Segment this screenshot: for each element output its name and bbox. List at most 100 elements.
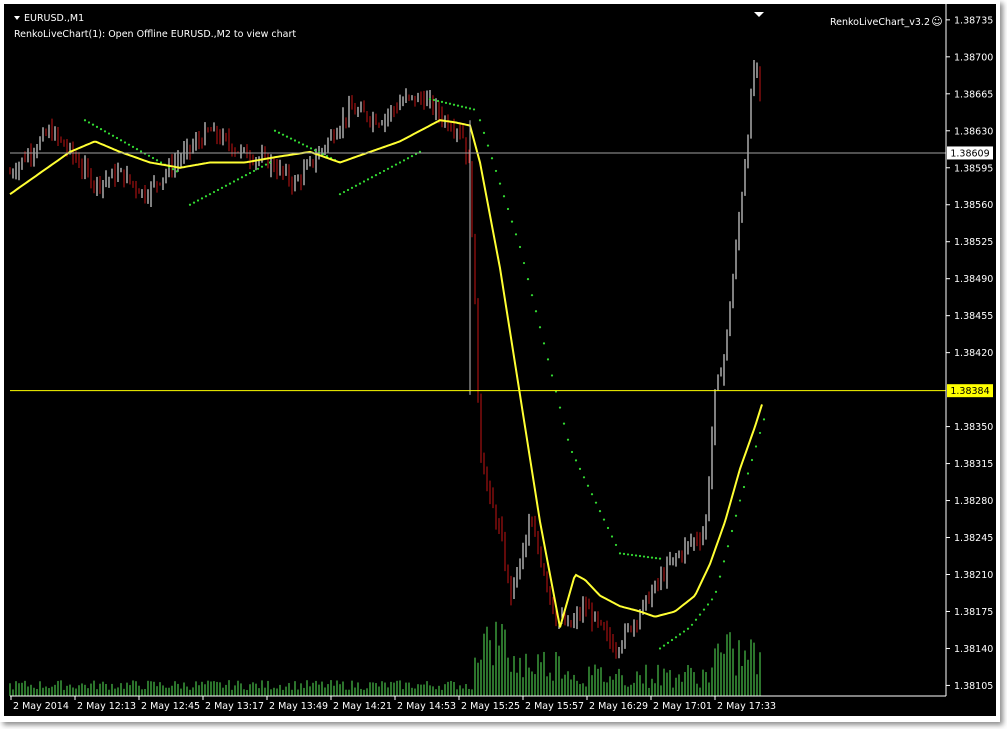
psar-dot xyxy=(522,261,526,265)
psar-dot xyxy=(646,555,650,559)
price-tick-label: 1.38595 xyxy=(954,163,993,174)
psar-dot xyxy=(83,119,87,122)
psar-dot xyxy=(99,128,103,131)
psar-dot xyxy=(171,168,175,171)
psar-dot xyxy=(410,155,414,158)
psar-dot xyxy=(654,557,658,560)
psar-dot xyxy=(722,560,726,563)
psar-dot xyxy=(502,195,506,198)
psar-dot xyxy=(558,406,562,409)
psar-dot xyxy=(260,165,264,168)
psar-dot xyxy=(151,156,155,160)
price-tick-label: 1.38175 xyxy=(954,607,993,618)
symbol-title: EURUSD.,M1 xyxy=(24,13,84,24)
psar-dot xyxy=(542,342,546,345)
psar-dot xyxy=(762,418,766,421)
psar-dot xyxy=(546,358,550,361)
psar-dot xyxy=(111,134,115,137)
psar-dot xyxy=(478,119,482,122)
psar-dot xyxy=(342,190,346,194)
psar-dot xyxy=(406,157,410,160)
psar-dot xyxy=(428,97,432,101)
psar-dot xyxy=(758,431,762,435)
psar-dot xyxy=(614,543,618,547)
psar-dot xyxy=(468,107,472,110)
ea-name-label: RenkoLiveChart_v3.2 xyxy=(830,17,930,28)
psar-dot xyxy=(95,125,99,128)
psar-dot xyxy=(460,105,464,108)
psar-dot xyxy=(285,135,289,138)
psar-dot xyxy=(382,169,386,173)
psar-dot xyxy=(432,98,436,102)
psar-dot xyxy=(155,159,159,162)
psar-dot xyxy=(698,613,702,616)
price-tick-label: 1.38560 xyxy=(954,200,993,211)
psar-dot xyxy=(566,438,570,441)
time-tick-label: 2 May 17:33 xyxy=(717,701,776,712)
psar-dot xyxy=(394,163,398,166)
price-tick-label: 1.38140 xyxy=(954,644,993,655)
psar-dot xyxy=(305,145,309,148)
psar-dot xyxy=(301,143,305,146)
chart-window: 1.38735 1.38700 1.38665 1.38630 1.38595 1.385… xyxy=(0,0,1000,722)
psar-dot xyxy=(281,133,285,136)
psar-dot xyxy=(252,169,256,173)
psar-dot xyxy=(224,184,228,187)
time-tick-label: 2 May 13:17 xyxy=(205,701,264,712)
time-tick-label: 2 May 17:01 xyxy=(653,701,712,712)
psar-dot xyxy=(506,207,510,211)
psar-dot xyxy=(570,450,574,454)
psar-dot xyxy=(256,167,260,170)
chart-canvas[interactable]: 1.38735 1.38700 1.38665 1.38630 1.38595 1.385… xyxy=(4,4,996,716)
psar-dot xyxy=(338,193,342,196)
psar-dot xyxy=(682,630,686,633)
psar-dot xyxy=(212,190,216,194)
psar-dot xyxy=(244,174,248,177)
price-tick-label: 1.38665 xyxy=(954,89,993,100)
psar-dot xyxy=(686,627,690,630)
psar-dot xyxy=(486,144,490,147)
time-tick-label: 2 May 15:57 xyxy=(525,701,584,712)
level-price-value: 1.38384 xyxy=(950,386,989,397)
psar-dot xyxy=(204,195,208,198)
psar-dot xyxy=(750,458,754,462)
psar-dot xyxy=(103,130,107,133)
psar-dot xyxy=(694,618,698,621)
psar-dot xyxy=(678,633,682,636)
time-tick-label: 2 May 14:21 xyxy=(333,701,392,712)
psar-dot xyxy=(738,499,742,502)
psar-dot xyxy=(562,422,566,425)
psar-dot xyxy=(606,526,610,530)
psar-dot xyxy=(658,647,662,650)
psar-dot xyxy=(714,590,718,593)
psar-dot xyxy=(236,178,240,181)
psar-dot xyxy=(119,139,123,142)
psar-dot xyxy=(530,294,534,297)
psar-dot xyxy=(273,129,277,132)
time-tick-label: 2 May 15:25 xyxy=(461,701,520,712)
psar-dot xyxy=(702,608,706,611)
psar-dot xyxy=(444,101,448,104)
psar-dot xyxy=(216,188,220,192)
psar-dot xyxy=(188,203,192,206)
price-tick-label: 1.38280 xyxy=(954,496,993,507)
psar-dot xyxy=(482,131,486,134)
psar-dot xyxy=(710,598,714,601)
psar-dot xyxy=(550,374,554,377)
psar-dot xyxy=(452,103,456,106)
psar-dot xyxy=(574,459,578,462)
psar-dot xyxy=(590,493,594,496)
psar-dot xyxy=(658,557,662,560)
price-tick-label: 1.38210 xyxy=(954,570,993,581)
psar-dot xyxy=(289,137,293,140)
psar-dot xyxy=(706,603,710,606)
psar-dot xyxy=(734,514,738,517)
smiley-icon: ☺ xyxy=(931,15,942,28)
psar-dot xyxy=(494,169,498,173)
psar-dot xyxy=(626,553,630,556)
psar-dot xyxy=(240,176,244,179)
psar-dot xyxy=(248,171,252,175)
price-tick-label: 1.38525 xyxy=(954,237,993,248)
bid-price-value: 1.38609 xyxy=(950,148,989,159)
psar-dot xyxy=(514,233,518,236)
